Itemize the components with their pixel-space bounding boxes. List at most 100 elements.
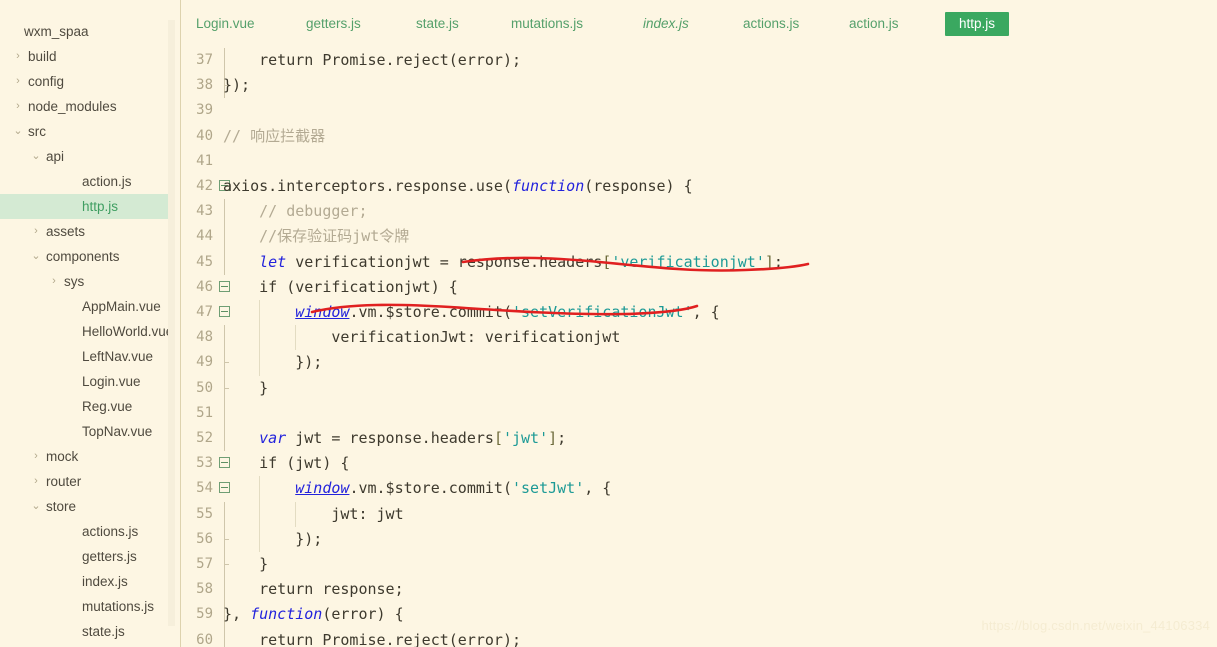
code-token-str: 'jwt' <box>502 429 549 447</box>
code-text: if (jwt) { <box>223 451 349 476</box>
tree-item-store[interactable]: ⌄ store <box>0 494 174 519</box>
code-line-55[interactable]: 55 jwt: jwt <box>181 501 1217 527</box>
chevron-down-icon[interactable]: ⌄ <box>30 244 42 269</box>
line-number: 37 <box>196 52 213 68</box>
code-line-38[interactable]: 38}); <box>181 73 1217 99</box>
code-token-str: 'setJwt' <box>512 479 585 498</box>
tab-index-js[interactable]: index.js <box>643 12 689 36</box>
tree-item-label: api <box>46 149 65 164</box>
tree-item-helloworld-vue[interactable]: HelloWorld.vue <box>0 319 174 344</box>
tree-item-api[interactable]: ⌄ api <box>0 144 174 169</box>
code-line-46[interactable]: 46 if (verificationjwt) { <box>181 275 1217 300</box>
line-number: 56 <box>196 530 213 547</box>
tree-item-mock[interactable]: › mock <box>0 444 174 469</box>
code-line-51[interactable]: 51 <box>181 400 1217 426</box>
sidebar-scrollbar[interactable] <box>168 20 175 626</box>
code-line-52[interactable]: 52 var jwt = response.headers['jwt']; <box>181 426 1217 452</box>
line-number: 55 <box>196 505 213 522</box>
code-token-plain: , { <box>584 479 612 498</box>
chevron-right-icon[interactable]: › <box>12 69 24 94</box>
code-line-49[interactable]: 49 }); <box>181 350 1217 376</box>
code-text: return Promise.reject(error); <box>223 628 521 647</box>
code-line-37[interactable]: 37 return Promise.reject(error); <box>181 48 1217 74</box>
code-token-kw: let <box>259 252 287 271</box>
chevron-down-icon[interactable]: ⌄ <box>12 119 24 144</box>
code-line-57[interactable]: 57 } <box>181 552 1217 578</box>
code-token-plain: jwt = response.headers <box>286 429 494 447</box>
code-text: }); <box>223 527 322 552</box>
code-line-39[interactable]: 39 <box>181 98 1217 123</box>
tree-item-topnav-vue[interactable]: TopNav.vue <box>0 419 174 444</box>
line-number: 54 <box>196 480 213 497</box>
tree-item-sys[interactable]: › sys <box>0 269 174 294</box>
tab-mutations-js[interactable]: mutations.js <box>511 12 583 36</box>
tree-item-state-js[interactable]: state.js <box>0 619 174 644</box>
watermark-text: https://blog.csdn.net/weixin_44106334 <box>981 618 1210 633</box>
code-token-plain: Promise.reject(error); <box>313 51 522 69</box>
code-line-43[interactable]: 43 // debugger; <box>181 199 1217 225</box>
tree-item-label: Login.vue <box>82 374 141 389</box>
code-line-56[interactable]: 56 }); <box>181 526 1217 552</box>
project-file-tree[interactable]: wxm_spaa › build › config › node_modules ⌄ src ⌄ a… <box>0 0 181 647</box>
tree-item-config[interactable]: › config <box>0 69 174 94</box>
tree-item-label: wxm_spaa <box>24 24 89 39</box>
chevron-down-icon[interactable]: ⌄ <box>30 144 42 169</box>
chevron-down-icon[interactable]: ⌄ <box>30 494 42 519</box>
code-line-54[interactable]: 54 window.vm.$store.commit('setJwt', { <box>181 476 1217 502</box>
tree-item-mutations-js[interactable]: mutations.js <box>0 594 174 619</box>
code-token-plain: if (verificationjwt) { <box>259 277 458 296</box>
tab-action-js[interactable]: action.js <box>849 12 899 36</box>
tree-item-wxm-spaa[interactable]: wxm_spaa <box>0 19 174 44</box>
tree-item-http-js[interactable]: http.js <box>0 194 174 219</box>
chevron-right-icon[interactable]: › <box>30 219 42 244</box>
code-token-kwu: window <box>295 479 350 498</box>
tree-item-actions-js[interactable]: actions.js <box>0 519 174 544</box>
tab-login-vue[interactable]: Login.vue <box>196 12 255 36</box>
code-view[interactable]: 37 return Promise.reject(error); 38}); 39 4… <box>181 48 1217 647</box>
code-text: verificationJwt: verificationjwt <box>223 325 620 350</box>
tree-item-router[interactable]: › router <box>0 469 174 494</box>
code-line-42[interactable]: 42 axios.interceptors.response.use(functi… <box>181 174 1217 199</box>
chevron-right-icon[interactable]: › <box>48 269 60 294</box>
tree-item-leftnav-vue[interactable]: LeftNav.vue <box>0 344 174 369</box>
code-line-40[interactable]: 40 // 响应拦截器 <box>181 124 1217 149</box>
tab-actions-js[interactable]: actions.js <box>743 12 799 36</box>
editor-tab-bar[interactable]: Login.vue getters.js state.js mutations.js i… <box>181 0 1217 48</box>
tree-item-assets[interactable]: › assets <box>0 219 174 244</box>
chevron-right-icon[interactable]: › <box>12 94 24 119</box>
line-number: 42 <box>196 178 213 194</box>
chevron-right-icon[interactable]: › <box>12 44 24 69</box>
tree-item-node-modules[interactable]: › node_modules <box>0 94 174 119</box>
code-token-kw: var <box>259 429 287 447</box>
tree-item-index-js[interactable]: index.js <box>0 569 174 594</box>
code-line-47[interactable]: 47 window.vm.$store.commit('setVerificat… <box>181 300 1217 326</box>
tree-item-components[interactable]: ⌄ components <box>0 244 174 269</box>
code-line-48[interactable]: 48 verificationJwt: verificationjwt <box>181 325 1217 351</box>
code-token-plain: }); <box>223 529 323 548</box>
tree-item-src[interactable]: ⌄ src <box>0 119 174 144</box>
code-line-44[interactable]: 44 //保存验证码jwt令牌 <box>181 224 1217 250</box>
chevron-right-icon[interactable]: › <box>30 469 42 494</box>
tree-item-label: http.js <box>82 199 119 214</box>
tree-item-getters-js[interactable]: getters.js <box>0 544 174 569</box>
code-line-53[interactable]: 53 if (jwt) { <box>181 451 1217 476</box>
line-number: 48 <box>196 329 213 346</box>
tree-item-reg-vue[interactable]: Reg.vue <box>0 394 174 419</box>
code-line-58[interactable]: 58 return response; <box>181 577 1217 603</box>
tab-getters-js[interactable]: getters.js <box>306 12 361 36</box>
code-token-plain: }, <box>223 605 251 624</box>
line-number: 49 <box>196 354 213 371</box>
tab-http-js[interactable]: http.js <box>945 12 1010 36</box>
code-line-50[interactable]: 50 } <box>181 375 1217 401</box>
tree-item-action-js[interactable]: action.js <box>0 169 174 194</box>
tree-item-label: build <box>28 49 57 64</box>
code-line-41[interactable]: 41 <box>181 149 1217 174</box>
tab-state-js[interactable]: state.js <box>416 12 459 36</box>
chevron-right-icon[interactable]: › <box>30 444 42 469</box>
tree-item-appmain-vue[interactable]: AppMain.vue <box>0 294 174 319</box>
tree-item-login-vue[interactable]: Login.vue <box>0 369 174 394</box>
tree-item-build[interactable]: › build <box>0 44 174 69</box>
code-token-cmt: //保存验证码jwt令牌 <box>259 227 410 246</box>
code-line-45[interactable]: 45 let verificationjwt = response.header… <box>181 249 1217 275</box>
